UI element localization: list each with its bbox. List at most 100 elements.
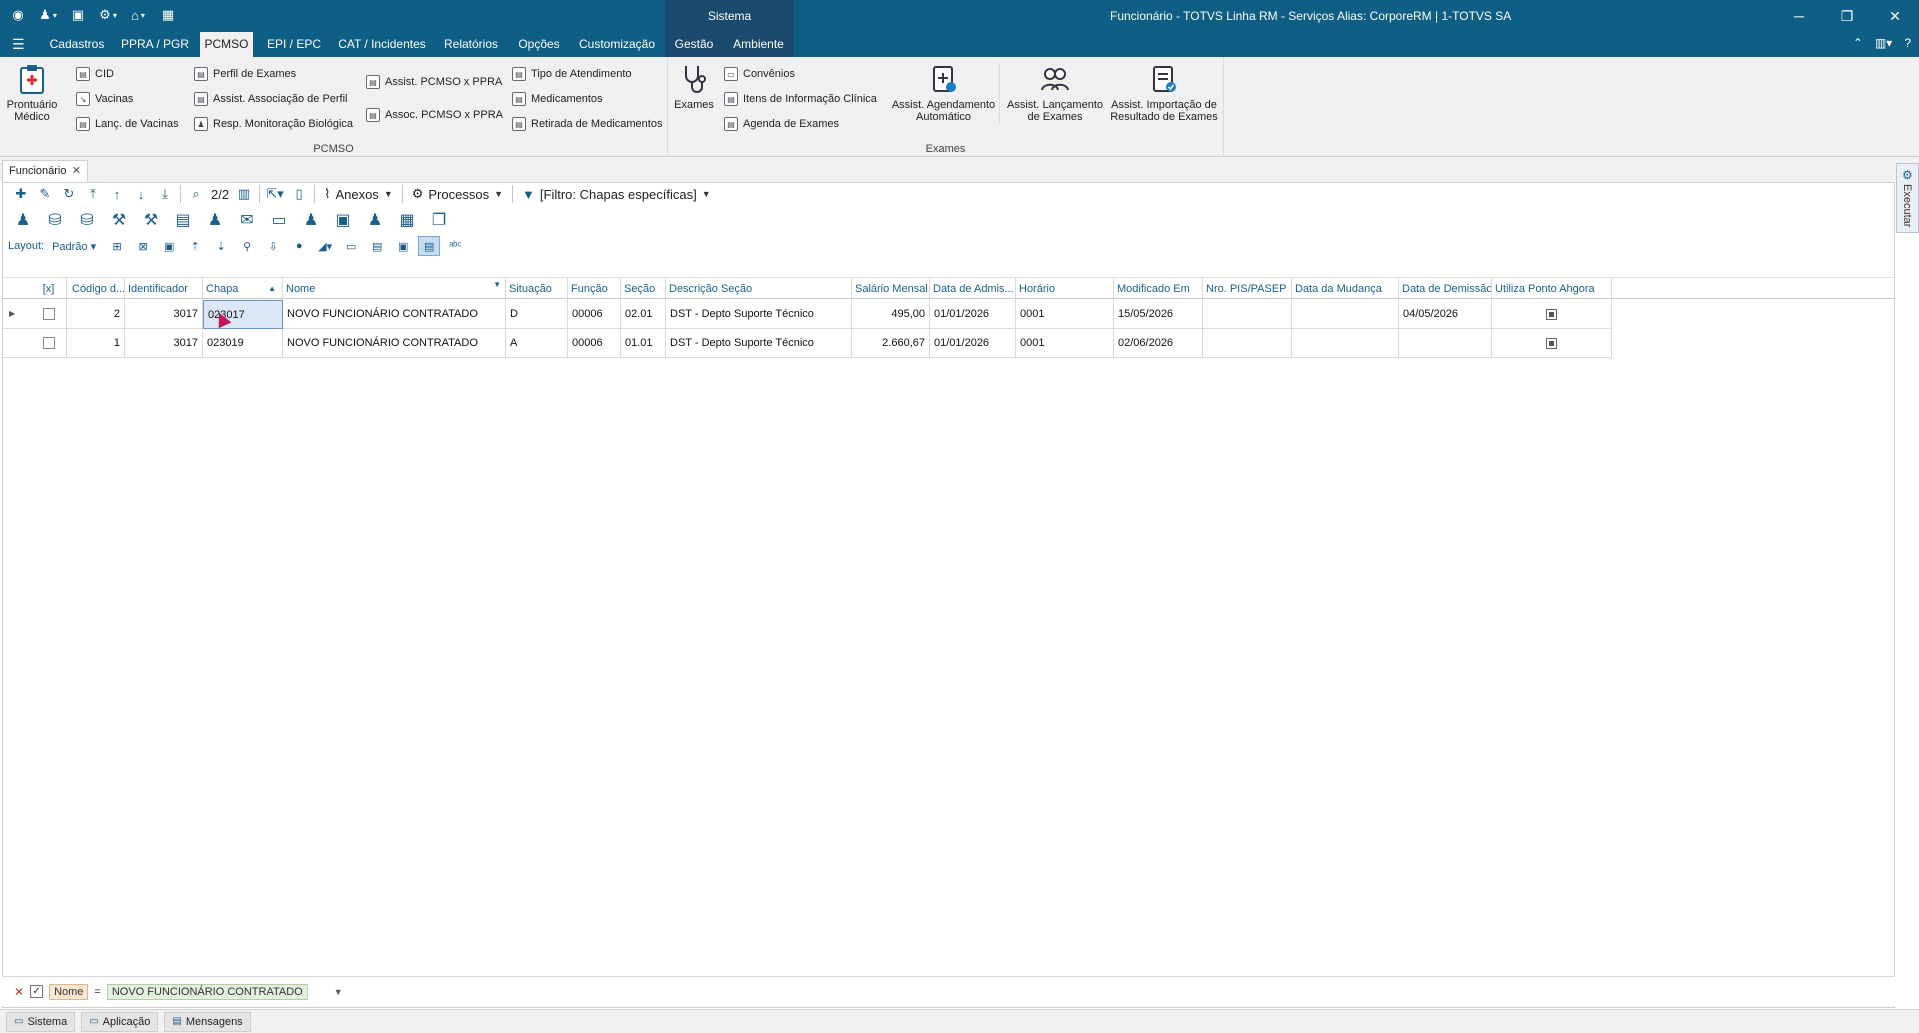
exames-button[interactable]: Exames [672, 63, 716, 111]
chart-icon[interactable]: ◢▾ [314, 236, 336, 256]
filter-dropdown[interactable]: ▼ [Filtro: Chapas específicas] ▼ [516, 187, 717, 202]
view-split-icon[interactable]: ▤ [366, 236, 388, 256]
tools-icon[interactable]: ⚒ [105, 208, 133, 232]
cell-salario[interactable]: 2.660,67 [852, 329, 930, 358]
refresh-icon[interactable]: ↻ [57, 184, 81, 204]
assist-agendamento-button[interactable]: Assist. Agendamento Automático [888, 63, 1000, 123]
cell-descricao-secao[interactable]: DST - Depto Suporte Técnico [666, 329, 852, 358]
retirada-medicamentos-button[interactable]: ▤ Retirada de Medicamentos [512, 115, 662, 133]
col-header-demissao[interactable]: Data de Demissão [1399, 278, 1492, 300]
row-checkbox[interactable] [31, 300, 67, 329]
col-header-modificado[interactable]: Modificado Em [1114, 278, 1203, 300]
cell-funcao[interactable]: 00006 [568, 300, 621, 329]
cell-mudanca[interactable] [1292, 300, 1399, 329]
col-header-descricao-secao[interactable]: Descrição Seção [666, 278, 852, 300]
prontuario-medico-button[interactable]: Prontuário Médico [4, 63, 60, 123]
keyboard-icon[interactable]: ▦ [393, 208, 421, 232]
tab-relatorios[interactable]: Relatórios [440, 32, 502, 57]
minimize-icon[interactable]: ─ [1775, 0, 1823, 32]
pin-down-icon[interactable]: ⇩ [262, 236, 284, 256]
columns-icon[interactable]: ▥ [232, 184, 256, 204]
screen-icon[interactable]: ▣ [68, 6, 88, 24]
restore-icon[interactable]: ❐ [1823, 0, 1871, 32]
cell-ponto-ahgora[interactable] [1492, 329, 1612, 358]
processos-dropdown[interactable]: ⚙ Processos ▼ [406, 186, 509, 202]
add-icon[interactable]: ✚ [9, 184, 33, 204]
column-filter-icon[interactable]: ▼ [493, 278, 501, 296]
col-header-select[interactable]: [x] [31, 278, 67, 300]
vacinas-button[interactable]: ↘ Vacinas [76, 90, 133, 108]
filter-operator[interactable]: = [94, 986, 100, 998]
col-header-chapa[interactable]: Chapa ▲ [203, 278, 283, 300]
cell-identificador[interactable]: 3017 [125, 300, 203, 329]
tab-epi-epc[interactable]: EPI / EPC [262, 32, 326, 57]
assist-importacao-button[interactable]: Assist. Importação de Resultado de Exame… [1108, 63, 1220, 123]
col-header-secao[interactable]: Seção [621, 278, 666, 300]
menu-icon[interactable]: ☰ [12, 36, 25, 53]
cid-button[interactable]: ▤ CID [76, 65, 114, 83]
next-record-icon[interactable]: ↓ [129, 184, 153, 204]
lanc-vacinas-button[interactable]: ▤ Lanç. de Vacinas [76, 115, 179, 133]
assoc-pcmso-ppra-button[interactable]: ▤ Assoc. PCMSO x PPRA [366, 106, 503, 124]
tipo-atendimento-button[interactable]: ▤ Tipo de Atendimento [512, 65, 632, 83]
assist-lancamento-button[interactable]: Assist. Lançamento de Exames [1004, 63, 1106, 123]
assist-pcmso-ppra-button[interactable]: ▤ Assist. PCMSO x PPRA [366, 73, 502, 91]
cell-nome[interactable]: NOVO FUNCIONÁRIO CONTRATADO [283, 329, 506, 358]
settings-icon[interactable]: ⚙ ▾ [98, 6, 118, 24]
group-icon[interactable]: ♟ [361, 208, 389, 232]
cell-identificador[interactable]: 3017 [125, 329, 203, 358]
cell-mudanca[interactable] [1292, 329, 1399, 358]
cell-horario[interactable]: 0001 [1016, 329, 1114, 358]
perfil-exames-button[interactable]: ▤ Perfil de Exames [194, 65, 296, 83]
resp-monitoracao-button[interactable]: ♟ Resp. Monitoração Biológica [194, 115, 353, 133]
cell-admissao[interactable]: 01/01/2026 [930, 329, 1016, 358]
col-header-horario[interactable]: Horário [1016, 278, 1114, 300]
close-icon[interactable]: ✕ [1871, 0, 1919, 32]
cell-demissao[interactable] [1399, 329, 1492, 358]
cell-ponto-ahgora[interactable] [1492, 300, 1612, 329]
table-row[interactable]: 1 3017 023019 NOVO FUNCIONÁRIO CONTRATAD… [3, 329, 1612, 358]
cell-situacao[interactable]: A [506, 329, 568, 358]
col-header-salario[interactable]: Salário Mensal [852, 278, 930, 300]
report-icon[interactable]: ▣ [329, 208, 357, 232]
layout-dropdown[interactable]: Padrão ▾ [52, 240, 96, 253]
pin-icon[interactable]: ⚲ [236, 236, 258, 256]
cell-codigo[interactable]: 2 [69, 300, 125, 329]
system-tab-header[interactable]: Sistema [665, 0, 794, 32]
collapse-ribbon-icon[interactable]: ⌃ [1853, 36, 1863, 50]
status-tab-aplicacao[interactable]: ▭ Aplicação [81, 1011, 159, 1032]
help-icon[interactable]: ? [1904, 36, 1911, 50]
color-icon[interactable]: ● [288, 236, 310, 256]
executar-side-panel[interactable]: ⚙ Executar [1896, 163, 1919, 233]
itens-informacao-button[interactable]: ▤ Itens de Informação Clínica [724, 90, 877, 108]
medicamentos-button[interactable]: ▤ Medicamentos [512, 90, 603, 108]
previous-record-icon[interactable]: ↑ [105, 184, 129, 204]
status-tab-mensagens[interactable]: ▤ Mensagens [164, 1011, 251, 1032]
file-search-icon[interactable]: ▤ [169, 208, 197, 232]
close-tab-icon[interactable]: ✕ [72, 161, 81, 181]
row-checkbox[interactable] [31, 329, 67, 358]
layout-icon[interactable]: ▥▾ [1875, 36, 1892, 50]
filter-field[interactable]: Nome [49, 983, 89, 1000]
cell-admissao[interactable]: 01/01/2026 [930, 300, 1016, 329]
cell-codigo[interactable]: 1 [69, 329, 125, 358]
indeterminate-checkbox[interactable] [1546, 337, 1557, 349]
user-block-icon[interactable]: ♟ [201, 208, 229, 232]
filter-history-dropdown-icon[interactable]: ▼ [334, 987, 343, 997]
doc-tab-funcionario[interactable]: Funcionário ✕ [2, 160, 88, 182]
cell-funcao[interactable]: 00006 [568, 329, 621, 358]
layout-import-icon[interactable]: ⇡ [184, 236, 206, 256]
cell-demissao[interactable]: 04/05/2026 [1399, 300, 1492, 329]
cell-pis[interactable] [1203, 329, 1292, 358]
envelope-icon[interactable]: ✉ [233, 208, 261, 232]
col-header-nome[interactable]: Nome ▼ [283, 278, 506, 300]
tab-ppra-pgr[interactable]: PPRA / PGR [118, 32, 192, 57]
assist-associacao-perfil-button[interactable]: ▤ Assist. Associação de Perfil [194, 90, 348, 108]
col-header-situacao[interactable]: Situação [506, 278, 568, 300]
indeterminate-checkbox[interactable] [1546, 308, 1557, 320]
col-header-identificador[interactable]: Identificador [125, 278, 203, 300]
tab-cat-incidentes[interactable]: CAT / Incidentes [334, 32, 430, 57]
cell-nome[interactable]: NOVO FUNCIONÁRIO CONTRATADO [283, 300, 506, 329]
view-top-icon[interactable]: ▣ [392, 236, 414, 256]
cell-secao[interactable]: 01.01 [621, 329, 666, 358]
